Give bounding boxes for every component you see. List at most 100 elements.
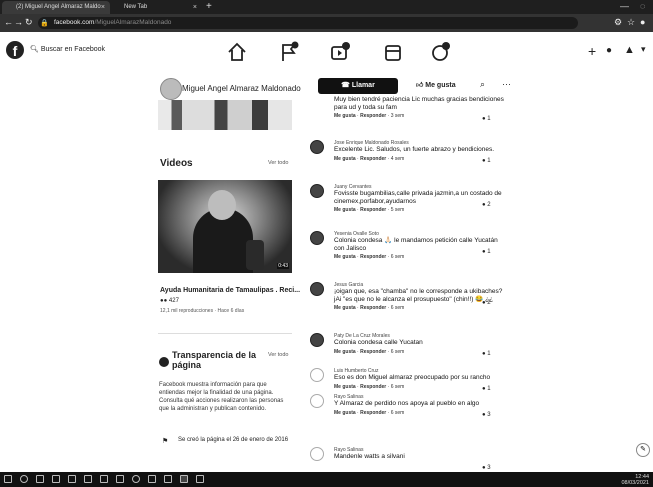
gaming-icon[interactable] (430, 41, 452, 63)
close-icon[interactable]: × (193, 1, 197, 14)
like-link[interactable]: Me gusta (334, 410, 356, 416)
commenter-avatar[interactable] (310, 368, 324, 382)
mail-icon[interactable] (100, 475, 108, 483)
like-link[interactable]: Me gusta (334, 207, 356, 213)
like-label: Me gusta (425, 82, 456, 89)
start-icon[interactable] (4, 475, 12, 483)
reply-link[interactable]: Responder (360, 384, 386, 390)
comment-text: Mandenle watts a silvani (334, 453, 405, 460)
minimize-button[interactable]: — (620, 0, 629, 12)
video-title[interactable]: Ayuda Humanitaria de Tamaulipas . Reci..… (160, 287, 300, 294)
new-tab-button[interactable]: + (206, 0, 212, 13)
like-link[interactable]: Me gusta (334, 156, 356, 162)
reply-link[interactable]: Responder (360, 113, 386, 119)
reply-link[interactable]: Responder (360, 349, 386, 355)
video-reactions[interactable]: ●● 427 (160, 298, 179, 304)
app-icon[interactable] (164, 475, 172, 483)
like-link[interactable]: Me gusta (334, 254, 356, 260)
comment-time: 4 sem (390, 155, 405, 162)
like-link[interactable]: Me gusta (334, 113, 356, 119)
page-title[interactable]: Miguel Angel Almaraz Maldonado (182, 84, 301, 93)
new-message-icon[interactable]: ✎ (636, 443, 650, 457)
like-link[interactable]: Me gusta (334, 305, 356, 311)
search-input[interactable]: 🔍︎ Buscar en Facebook (30, 45, 105, 53)
commenter-avatar[interactable] (310, 282, 324, 296)
browser-toolbar: ← → ↻ facebook.com/MiguelAlmarazMaldonad… (0, 14, 653, 32)
create-plus-icon[interactable]: + (588, 43, 596, 59)
reply-link[interactable]: Responder (360, 305, 386, 311)
transparency-see-all-link[interactable]: Ver todo (268, 352, 289, 358)
window-control-button[interactable]: ◌ (640, 0, 645, 12)
commenter-avatar[interactable] (310, 447, 324, 461)
account-menu-chevron-down-icon[interactable]: ▾ (641, 44, 646, 55)
flag-icon[interactable] (278, 41, 300, 63)
comment-text: Y Almaraz de perdido nos apoya al pueblo… (334, 400, 480, 407)
comment-reactions[interactable]: ● 3 (482, 412, 491, 418)
star-icon[interactable]: ☆ (627, 17, 635, 28)
comment-reactions[interactable]: ● 2 (482, 300, 491, 306)
transparency-heading: Transparencia de la página (172, 350, 257, 370)
like-link[interactable]: Me gusta (334, 384, 356, 390)
task-view-icon[interactable] (36, 475, 44, 483)
comment-reactions[interactable]: ● 1 (482, 158, 491, 164)
reply-link[interactable]: Responder (360, 156, 386, 162)
comment-reactions[interactable]: ● 2 (482, 202, 491, 208)
edge-icon[interactable] (52, 475, 60, 483)
reply-link[interactable]: Responder (360, 207, 386, 213)
home-icon[interactable] (226, 41, 248, 63)
reaction-icon: ● (482, 249, 486, 255)
video-thumbnail[interactable]: 0:43 (158, 180, 292, 273)
like-link[interactable]: Me gusta (334, 349, 356, 355)
like-page-button[interactable]: 👍︎ Me gusta (416, 80, 456, 89)
comment-reactions[interactable]: ● 1 (482, 116, 491, 122)
reaction-count: 1 (487, 249, 491, 255)
app-icon[interactable] (180, 475, 188, 483)
marketplace-icon[interactable] (382, 41, 404, 63)
photo-strip[interactable] (158, 100, 292, 130)
app-icon[interactable] (196, 475, 204, 483)
commenter-avatar[interactable] (310, 184, 324, 198)
folder-icon[interactable] (68, 475, 76, 483)
forward-icon[interactable]: → (14, 17, 23, 27)
commenter-avatar[interactable] (310, 394, 324, 408)
reload-icon[interactable]: ↻ (25, 17, 33, 28)
reply-link[interactable]: Responder (360, 410, 386, 416)
close-icon[interactable]: × (101, 1, 105, 14)
extensions-icon[interactable]: ⚙ (614, 17, 622, 28)
chrome-icon[interactable] (132, 475, 140, 483)
app-icon[interactable] (116, 475, 124, 483)
comment-reactions[interactable]: ● 1 (482, 351, 491, 357)
comment-body: Jesus Garcia ¡oigan que, esa "chamba" no … (334, 282, 509, 312)
notifications-icon[interactable]: ▲ (624, 44, 635, 56)
comment-text: Eso es don Miguel almaraz preocupado por… (334, 374, 491, 381)
comment-body: Juany Cervantes Fovisste bugambilias,call… (334, 184, 509, 214)
commenter-avatar[interactable] (310, 333, 324, 347)
comment-reactions[interactable]: ● 1 (482, 249, 491, 255)
search-icon[interactable]: ⌕ (480, 79, 485, 90)
video-icon[interactable] (330, 41, 352, 63)
facebook-logo-icon[interactable]: f (6, 41, 24, 59)
lock-icon: 🔒 (40, 20, 49, 27)
reaction-count: 1 (487, 116, 491, 122)
app-icon[interactable] (148, 475, 156, 483)
profile-icon[interactable]: ● (640, 17, 645, 27)
taskbar-clock[interactable]: 12:44 08/03/2021 (621, 474, 649, 486)
browser-tab-facebook[interactable]: (2) Miguel Angel Almaraz Maldo × (2, 1, 110, 14)
commenter-avatar[interactable] (310, 140, 324, 154)
tab-title: New Tab (124, 4, 148, 10)
more-options-icon[interactable]: ··· (502, 79, 511, 89)
comment-reactions[interactable]: ● 3 (482, 465, 491, 471)
videos-see-all-link[interactable]: Ver todo (268, 160, 289, 166)
search-icon[interactable] (20, 475, 28, 483)
page-avatar[interactable] (160, 78, 182, 100)
comment-reactions[interactable]: ● 1 (482, 386, 491, 392)
call-button[interactable]: ☎ Llamar (318, 78, 398, 94)
browser-tab-new[interactable]: New Tab × (110, 1, 202, 14)
store-icon[interactable] (84, 475, 92, 483)
commenter-avatar[interactable] (310, 231, 324, 245)
messenger-icon[interactable]: ● (606, 45, 612, 56)
address-bar[interactable]: facebook.com/MiguelAlmarazMaldonado (38, 17, 578, 29)
reply-link[interactable]: Responder (360, 254, 386, 260)
call-label: Llamar (351, 82, 375, 89)
back-icon[interactable]: ← (4, 17, 13, 27)
